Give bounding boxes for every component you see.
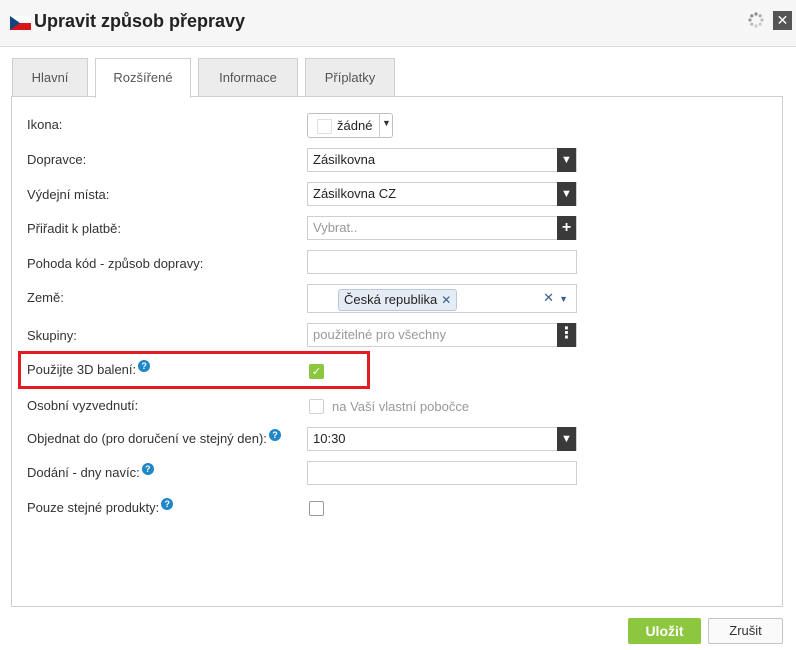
dopravce-value: Zásilkovna [313,152,376,167]
save-button[interactable]: Uložit [628,618,701,644]
chevron-down-icon[interactable]: ▼ [557,148,576,172]
ikona-label: Ikona: [27,117,63,132]
zeme-label: Země: [27,290,64,305]
objednat-do-select[interactable]: 10:30 ▼ [307,427,577,451]
dialog-title: Upravit způsob přepravy [34,11,246,31]
czech-flag-icon [10,16,31,30]
help-icon[interactable]: ? [161,498,174,510]
pouzijte-3d-checkbox[interactable]: ✓ [309,364,324,379]
pouzijte-3d-label: Použijte 3D balení:? [27,360,151,377]
priradit-k-platbe-label: Přiřadit k platbě: [27,221,121,236]
vydejni-mista-value: Zásilkovna CZ [313,186,397,201]
help-icon[interactable]: ? [138,360,151,372]
more-vertical-icon[interactable]: ⋮ [557,323,576,347]
loading-spinner-icon [748,12,764,28]
chevron-down-icon[interactable]: ▼ [557,427,576,451]
tab-priplatky[interactable]: Příplatky [305,58,395,96]
pohoda-kod-input[interactable] [307,250,577,274]
icon-select[interactable]: žádné ▼ [307,113,393,138]
osobni-vyzvednuti-label: Osobní vyzvednutí: [27,398,139,413]
tab-informace[interactable]: Informace [198,58,298,96]
vydejni-mista-select[interactable]: Zásilkovna CZ ▼ [307,182,577,206]
close-button[interactable]: ✕ [773,11,792,30]
plus-icon[interactable]: + [557,216,576,240]
osobni-vyzvednuti-checkbox[interactable] [309,399,324,414]
skupiny-label: Skupiny: [27,328,77,343]
tab-hlavni[interactable]: Hlavní [12,58,88,96]
vydejni-mista-label: Výdejní místa: [27,187,110,202]
priradit-k-platbe-placeholder: Vybrat.. [313,220,358,235]
chevron-down-icon[interactable]: ▼ [557,182,576,206]
skupiny-select[interactable]: použitelné pro všechny ⋮ [307,323,577,347]
dopravce-label: Dopravce: [27,152,87,167]
dopravce-select[interactable]: Zásilkovna ▼ [307,148,577,172]
caret-down-icon[interactable]: ▼ [559,288,568,310]
help-icon[interactable]: ? [268,429,281,441]
remove-chip-icon[interactable]: ✕ [441,293,451,307]
country-chip-label: Česká republika [344,292,438,307]
caret-down-icon: ▼ [382,118,391,128]
pouze-stejne-checkbox[interactable] [309,501,324,516]
close-icon: ✕ [776,12,789,28]
objednat-do-value: 10:30 [313,431,346,446]
help-icon[interactable]: ? [141,463,154,475]
dodani-label: Dodání - dny navíc:? [27,463,154,480]
pouze-stejne-label: Pouze stejné produkty:? [27,498,174,515]
pohoda-kod-label: Pohoda kód - způsob dopravy: [27,256,204,271]
cancel-button[interactable]: Zrušit [708,618,783,644]
country-chip: Česká republika ✕ [338,289,458,311]
objednat-do-label: Objednat do (pro doručení ve stejný den)… [27,429,281,446]
dialog-titlebar: Upravit způsob přepravy ✕ [0,0,796,47]
priradit-k-platbe-select[interactable]: Vybrat.. + [307,216,577,240]
icon-preview [317,119,332,134]
clear-icon[interactable]: ✕ [543,287,554,309]
dodani-input[interactable] [307,461,577,485]
tab-rozsirene[interactable]: Rozšířené [95,58,191,98]
skupiny-placeholder: použitelné pro všechny [313,327,446,342]
osobni-vyzvednuti-option: na Vaší vlastní pobočce [332,399,470,414]
icon-select-value: žádné [337,118,373,133]
